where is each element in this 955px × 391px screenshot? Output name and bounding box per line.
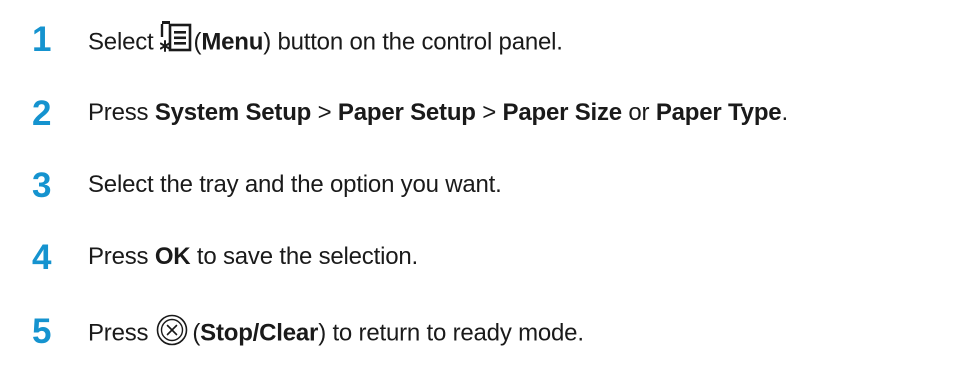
stop-clear-icon [156,314,188,346]
paren-open: ( [192,319,201,347]
step-3: 3 Select the tray and the option you wan… [0,164,955,214]
step-text: Press OK to save the selection. [88,243,418,270]
system-setup-label: System Setup [154,99,312,126]
separator: or [621,99,656,126]
instruction-steps: 1 Select (Menu) button on the control pa… [0,0,955,391]
step-text-before: Press [88,319,149,347]
paper-size-label: Paper Size [502,99,623,126]
step-text: Press System Setup > Paper Setup > Paper… [88,99,788,126]
step-2: 2 Press System Setup > Paper Setup > Pap… [0,92,955,142]
step-text-body: Select the tray and the option you want. [88,171,502,198]
step-number: 4 [32,238,52,277]
stop-clear-label: Stop/Clear [200,319,319,347]
paper-type-label: Paper Type [655,99,782,126]
step-text-before: Press [88,243,155,270]
step-text-before: Press [88,99,155,126]
step-text: Select (Menu) button on the control pane… [88,21,563,60]
menu-label: Menu [201,28,264,56]
step-text-after: to return to ready mode. [325,319,584,347]
paren-close: ) [318,319,326,347]
ok-label: OK [154,243,191,270]
paren-close: ) [263,28,271,56]
step-text-after: button on the control panel. [270,28,563,56]
step-text-after: to save the selection. [190,243,418,270]
paper-setup-label: Paper Setup [337,99,476,126]
menu-icon [159,20,192,54]
separator: > [311,99,338,126]
step-number: 1 [32,20,52,59]
step-4: 4 Press OK to save the selection. [0,236,955,286]
step-number: 2 [32,94,52,133]
step-1: 1 Select (Menu) button on the control pa… [0,18,955,68]
step-number: 3 [32,166,52,205]
step-text: Press (Stop/Clear) to return to ready mo… [88,314,584,350]
step-5: 5 Press (Stop/Clear) to return to ready … [0,310,955,360]
separator: > [475,99,503,126]
step-text-after: . [781,99,788,126]
step-number: 5 [32,312,52,351]
step-text: Select the tray and the option you want. [88,171,502,198]
step-text-before: Select [88,28,154,56]
